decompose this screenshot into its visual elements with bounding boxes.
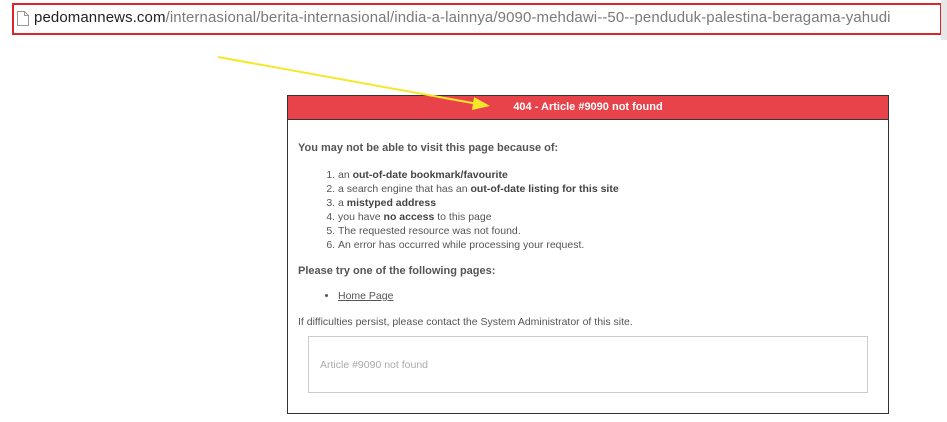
- list-item: Home Page: [338, 289, 878, 303]
- list-item: The requested resource was not found.: [338, 224, 878, 238]
- url-path: /internasional/berita-internasional/indi…: [165, 9, 891, 26]
- list-item: a search engine that has an out-of-date …: [338, 182, 878, 196]
- screenshot-root: pedomannews.com/internasional/berita-int…: [0, 0, 947, 422]
- window-edge: [941, 0, 947, 40]
- error-body: You may not be able to visit this page b…: [288, 142, 888, 328]
- try-heading: Please try one of the following pages:: [298, 265, 496, 277]
- list-item: An error has occurred while processing y…: [338, 238, 878, 252]
- error-detail-text: Article #9090 not found: [320, 359, 428, 371]
- reason-heading: You may not be able to visit this page b…: [298, 142, 559, 154]
- list-item: you have no access to this page: [338, 210, 878, 224]
- error-detail-box: Article #9090 not found: [308, 336, 868, 393]
- page-links: Home Page: [298, 289, 878, 303]
- page-icon: [16, 10, 30, 27]
- contact-note: If difficulties persist, please contact …: [298, 316, 633, 328]
- error-title: 404 - Article #9090 not found: [288, 96, 888, 120]
- reason-list: an out-of-date bookmark/favourite a sear…: [298, 168, 878, 252]
- url-text[interactable]: pedomannews.com/internasional/berita-int…: [34, 9, 891, 26]
- home-page-link[interactable]: Home Page: [338, 290, 393, 302]
- list-item: an out-of-date bookmark/favourite: [338, 168, 878, 182]
- error-box: 404 - Article #9090 not found You may no…: [287, 95, 889, 414]
- address-bar[interactable]: pedomannews.com/internasional/berita-int…: [12, 3, 942, 35]
- list-item: a mistyped address: [338, 196, 878, 210]
- url-domain: pedomannews.com: [34, 9, 166, 26]
